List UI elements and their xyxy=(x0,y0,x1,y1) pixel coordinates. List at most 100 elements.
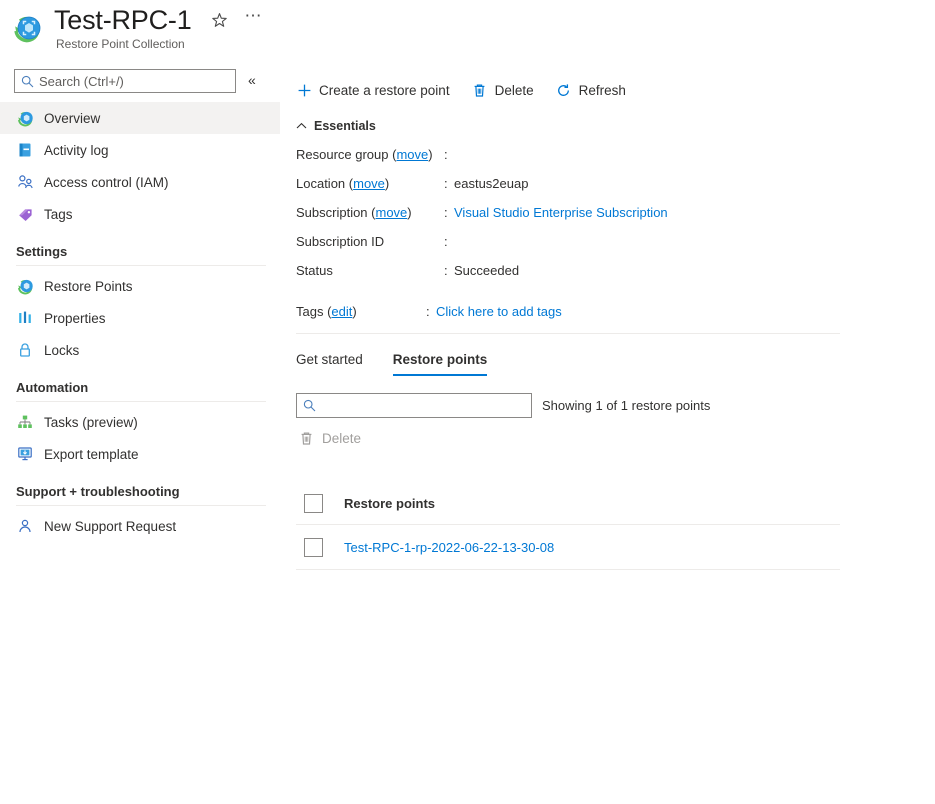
sidebar-item-label: New Support Request xyxy=(44,518,177,534)
move-link[interactable]: move xyxy=(396,147,428,162)
create-restore-point-label: Create a restore point xyxy=(319,82,450,98)
sidebar-group-support: Support + troubleshooting xyxy=(16,484,180,499)
select-all-checkbox[interactable] xyxy=(304,493,323,513)
activity-log-icon xyxy=(16,141,34,159)
sidebar-search-input[interactable] xyxy=(39,73,219,89)
sidebar-item-export-template[interactable]: Export template xyxy=(0,438,280,470)
restore-point-collection-icon xyxy=(12,14,42,44)
essentials-label: Location (move) xyxy=(296,176,390,191)
azure-portal-resource-blade: Test-RPC-1 ⋯ Restore Point Collection « xyxy=(0,0,935,804)
essentials-colon: : xyxy=(444,147,448,162)
tab-get-started[interactable]: Get started xyxy=(296,352,363,376)
essentials-colon: : xyxy=(444,176,448,191)
subscription-link[interactable]: Visual Studio Enterprise Subscription xyxy=(454,205,668,220)
search-icon xyxy=(303,399,316,412)
grid-header-row: Restore points xyxy=(296,482,840,525)
essentials-title: Essentials xyxy=(314,119,376,133)
sidebar-item-tags[interactable]: Tags xyxy=(0,198,280,230)
sidebar-item-label: Activity log xyxy=(44,142,109,158)
tab-bar: Get started Restore points xyxy=(296,352,487,376)
refresh-icon xyxy=(556,82,572,98)
sidebar-item-overview[interactable]: Overview xyxy=(0,102,280,134)
sidebar-collapse-button[interactable]: « xyxy=(248,73,256,87)
sidebar-search-box[interactable] xyxy=(14,69,236,93)
sidebar-item-tasks[interactable]: Tasks (preview) xyxy=(0,406,280,438)
essentials-row-subscription: Subscription (move) : Visual Studio Ente… xyxy=(296,205,856,234)
row-select-cell xyxy=(296,537,344,557)
essentials-colon: : xyxy=(444,234,448,249)
essentials-label: Resource group (move) xyxy=(296,147,433,162)
sidebar-item-activity-log[interactable]: Activity log xyxy=(0,134,280,166)
move-link[interactable]: move xyxy=(353,176,385,191)
sidebar-group-divider xyxy=(16,265,266,266)
sidebar-item-label: Properties xyxy=(44,310,106,326)
essentials-row-resource-group: Resource group (move) : xyxy=(296,147,856,176)
row-checkbox[interactable] xyxy=(304,537,323,557)
ellipsis-icon[interactable]: ⋯ xyxy=(244,6,264,34)
restore-point-link[interactable]: Test-RPC-1-rp-2022-06-22-13-30-08 xyxy=(344,540,554,555)
create-restore-point-button[interactable]: Create a restore point xyxy=(296,78,450,102)
tab-restore-points[interactable]: Restore points xyxy=(392,352,487,376)
essentials-toggle[interactable]: Essentials xyxy=(296,117,376,135)
sidebar-item-restore-points[interactable]: Restore Points xyxy=(0,270,280,302)
blade-header: Test-RPC-1 ⋯ Restore Point Collection xyxy=(0,0,935,62)
access-control-icon xyxy=(16,173,34,191)
essentials-row-status: Status : Succeeded xyxy=(296,263,856,292)
restore-points-grid: Restore points Test-RPC-1-rp-2022-06-22-… xyxy=(296,482,840,570)
filter-row: Showing 1 of 1 restore points xyxy=(296,393,710,418)
sidebar-item-label: Locks xyxy=(44,342,80,358)
sidebar-item-label: Export template xyxy=(44,446,139,462)
sidebar-group-settings: Settings xyxy=(16,244,68,259)
main-content: Create a restore point Delete Refresh Es… xyxy=(280,62,935,804)
sidebar-group-automation: Automation xyxy=(16,380,89,395)
edit-link[interactable]: edit xyxy=(331,304,352,319)
sidebar-item-locks[interactable]: Locks xyxy=(0,334,280,366)
sidebar-item-access-control[interactable]: Access control (IAM) xyxy=(0,166,280,198)
refresh-label: Refresh xyxy=(578,82,626,98)
showing-count-text: Showing 1 of 1 restore points xyxy=(542,398,711,413)
essentials-colon: : xyxy=(426,304,430,319)
command-bar: Create a restore point Delete Refresh xyxy=(296,78,626,102)
sidebar-item-label: Tags xyxy=(44,206,73,222)
sidebar-item-label: Access control (IAM) xyxy=(44,174,169,190)
trash-icon xyxy=(472,82,488,98)
page-title: Test-RPC-1 xyxy=(54,5,192,35)
essentials-label: Status xyxy=(296,263,333,278)
tag-icon xyxy=(16,205,34,223)
restore-points-filter-box[interactable] xyxy=(296,393,532,418)
sidebar-item-label: Restore Points xyxy=(44,278,133,294)
grid-delete-label: Delete xyxy=(322,430,362,446)
sidebar: « Overview xyxy=(0,62,280,804)
sidebar-item-label: Tasks (preview) xyxy=(44,414,138,430)
support-request-icon xyxy=(16,517,34,535)
sidebar-item-properties[interactable]: Properties xyxy=(0,302,280,334)
restore-points-filter-input[interactable] xyxy=(320,398,510,413)
essentials-label: Subscription ID xyxy=(296,234,385,249)
refresh-button[interactable]: Refresh xyxy=(556,78,626,102)
sidebar-item-label: Overview xyxy=(44,110,101,126)
title-row: Test-RPC-1 ⋯ xyxy=(54,3,264,37)
table-row[interactable]: Test-RPC-1-rp-2022-06-22-13-30-08 xyxy=(296,525,840,570)
essentials-row-tags: Tags (edit) : Click here to add tags xyxy=(296,304,856,333)
export-template-icon xyxy=(16,445,34,463)
sidebar-item-new-support-request[interactable]: New Support Request xyxy=(0,510,280,542)
restore-points-icon xyxy=(16,277,34,295)
move-link[interactable]: move xyxy=(376,205,408,220)
sidebar-group-divider xyxy=(16,505,266,506)
resource-type-subtitle: Restore Point Collection xyxy=(56,37,185,51)
essentials-row-location: Location (move) : eastus2euap xyxy=(296,176,856,205)
add-tags-link[interactable]: Click here to add tags xyxy=(436,304,562,319)
essentials-spacer xyxy=(296,292,856,304)
overview-icon xyxy=(16,109,34,127)
sidebar-nav: Overview Activity log Access control (IA… xyxy=(0,102,280,542)
grid-delete-button[interactable]: Delete xyxy=(298,430,361,446)
delete-button[interactable]: Delete xyxy=(472,78,534,102)
status-value: Succeeded xyxy=(454,263,520,278)
essentials-separator xyxy=(296,333,840,334)
chevron-up-icon xyxy=(296,117,307,135)
essentials-label: Tags (edit) xyxy=(296,304,357,319)
essentials-row-subscription-id: Subscription ID : xyxy=(296,234,856,263)
essentials-value: eastus2euap xyxy=(454,176,529,191)
star-icon[interactable] xyxy=(210,10,230,30)
search-icon xyxy=(21,75,34,88)
